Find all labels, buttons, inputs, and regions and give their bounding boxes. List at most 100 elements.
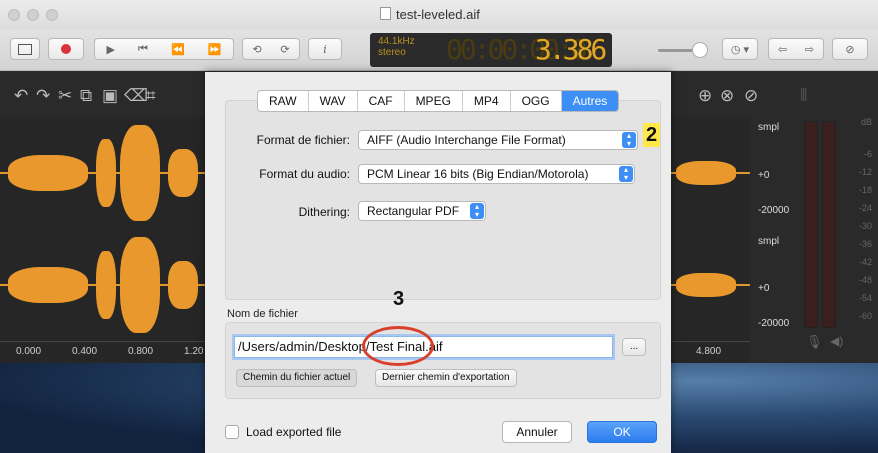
- ok-button[interactable]: OK: [587, 421, 657, 443]
- microphone-icon[interactable]: 🎙: [806, 334, 823, 350]
- volume-slider-knob[interactable]: [692, 42, 708, 58]
- speaker-icon[interactable]: ◀): [830, 334, 843, 348]
- delete-icon[interactable]: ⌫: [124, 86, 148, 106]
- clock-icon: ◷ ▾: [730, 43, 750, 56]
- time-display: 44.1kHz stereo 00:00:00:0 3.386: [370, 33, 612, 67]
- db-label: -60: [858, 311, 872, 321]
- dithering-select-value: Rectangular PDF: [367, 204, 460, 218]
- redo-icon[interactable]: ↷: [36, 86, 50, 106]
- format-label: Format de fichier:: [256, 133, 350, 147]
- minimize-window-button[interactable]: [27, 9, 39, 21]
- db-label: -30: [858, 221, 872, 231]
- mute-button[interactable]: ⊘: [832, 38, 868, 60]
- current-path-button[interactable]: Chemin du fichier actuel: [236, 369, 358, 387]
- level-meter-right: [822, 121, 836, 328]
- filename-label: Nom de fichier: [227, 308, 298, 320]
- paste-icon[interactable]: ▣: [102, 86, 118, 106]
- tab-mp4[interactable]: MP4: [463, 91, 511, 111]
- crop-icon[interactable]: ⌗: [146, 86, 156, 106]
- db-label: -54: [858, 293, 872, 303]
- undo-icon[interactable]: ↶: [14, 86, 28, 106]
- navigation-arrows: ⇦ ⇨: [768, 38, 824, 60]
- browse-button[interactable]: ...: [622, 338, 646, 356]
- rewind-icon[interactable]: ⏪: [171, 43, 185, 56]
- tab-raw[interactable]: RAW: [258, 91, 309, 111]
- loop-icon[interactable]: ⟲: [252, 43, 261, 56]
- load-exported-label: Load exported file: [246, 425, 342, 439]
- history-dropdown[interactable]: ◷ ▾: [722, 38, 758, 60]
- fast-forward-icon[interactable]: ⏩: [208, 43, 222, 56]
- play-icon[interactable]: ▶: [107, 43, 115, 56]
- level-meter-icon: ⦀: [800, 86, 808, 105]
- skip-start-icon[interactable]: ⏮: [138, 43, 148, 56]
- db-label: -6: [863, 149, 872, 159]
- level-meter-left: [804, 121, 818, 328]
- record-icon: [61, 44, 71, 54]
- db-label: -18: [858, 185, 872, 195]
- annotation-marker-2: 2: [643, 123, 661, 147]
- amplitude-scale: smpl +0 -20000 smpl +0 -20000 dB -6 -12 …: [750, 117, 878, 363]
- audio-format-label: Format du audio:: [259, 167, 350, 181]
- ruler-label: 0.800: [128, 346, 154, 357]
- zoom-fit-icon[interactable]: ⊗: [720, 86, 734, 106]
- cut-icon[interactable]: ✂: [58, 86, 72, 106]
- filename-panel: [225, 322, 661, 399]
- export-dialog: RAW WAV CAF MPEG MP4 OGG Autres Format d…: [205, 72, 671, 453]
- annotation-marker-3: 3: [393, 288, 405, 310]
- tab-autres[interactable]: Autres: [561, 91, 619, 111]
- transport-controls: ▶ ⏮ ⏪ ⏩: [94, 38, 234, 60]
- format-select-value: AIFF (Audio Interchange File Format): [367, 133, 566, 147]
- document-icon: [380, 7, 391, 20]
- annotation-circle: [362, 326, 434, 366]
- select-arrows-icon: ▴ ▾: [619, 166, 633, 182]
- window-title-text: test-leveled.aif: [396, 7, 480, 22]
- tab-ogg[interactable]: OGG: [511, 91, 562, 111]
- tab-caf[interactable]: CAF: [358, 91, 405, 111]
- tab-wav[interactable]: WAV: [309, 91, 358, 111]
- arrow-left-icon[interactable]: ⇦: [778, 43, 787, 56]
- copy-icon[interactable]: ⧉: [80, 86, 92, 106]
- sidebar-toggle-button[interactable]: [10, 38, 40, 60]
- db-label: -12: [858, 167, 872, 177]
- mute-icon: ⊘: [845, 43, 855, 56]
- last-export-path-button[interactable]: Dernier chemin d'exportation: [375, 369, 517, 387]
- scale-low: -20000: [758, 205, 790, 216]
- db-label: -24: [858, 203, 872, 213]
- ruler-label: 0.000: [16, 346, 42, 357]
- close-window-button[interactable]: [8, 9, 20, 21]
- format-tabs: RAW WAV CAF MPEG MP4 OGG Autres: [257, 90, 620, 112]
- db-label: -42: [858, 257, 872, 267]
- title-bar: test-leveled.aif: [0, 0, 878, 31]
- select-arrows-icon: ▴ ▾: [622, 132, 636, 148]
- db-label: -36: [858, 239, 872, 249]
- format-select[interactable]: AIFF (Audio Interchange File Format) ▴ ▾: [358, 130, 638, 150]
- ruler-label: 4.800: [696, 346, 722, 357]
- zoom-out-icon[interactable]: ⊘: [744, 86, 758, 106]
- arrow-right-icon[interactable]: ⇨: [805, 43, 814, 56]
- scale-unit: smpl: [758, 236, 780, 247]
- scale-unit: smpl: [758, 122, 780, 133]
- tab-mpeg[interactable]: MPEG: [405, 91, 463, 111]
- zoom-in-icon[interactable]: ⊕: [698, 86, 712, 106]
- cancel-button[interactable]: Annuler: [502, 421, 572, 443]
- ruler-label: 1.20: [184, 346, 204, 357]
- info-icon: i: [323, 42, 327, 56]
- zoom-window-button[interactable]: [46, 9, 58, 21]
- select-arrows-icon: ▴ ▾: [470, 203, 484, 219]
- ruler-label: 0.400: [72, 346, 98, 357]
- load-exported-checkbox[interactable]: [225, 425, 239, 439]
- sidebar-icon: [18, 43, 32, 55]
- loop-selection-icon[interactable]: ⟳: [280, 43, 289, 56]
- audio-format-select[interactable]: PCM Linear 16 bits (Big Endian/Motorola)…: [358, 164, 635, 184]
- audio-format-select-value: PCM Linear 16 bits (Big Endian/Motorola): [367, 167, 589, 181]
- dithering-label: Dithering:: [298, 205, 350, 219]
- dithering-select[interactable]: Rectangular PDF ▴ ▾: [358, 201, 486, 221]
- record-button[interactable]: [48, 38, 84, 60]
- window-title: test-leveled.aif: [380, 7, 480, 22]
- loop-controls: ⟲ ⟳: [242, 38, 300, 60]
- scale-low: -20000: [758, 318, 790, 329]
- info-button[interactable]: i: [308, 38, 342, 60]
- db-label: -48: [858, 275, 872, 285]
- scale-zero: +0: [758, 283, 770, 294]
- db-label: dB: [860, 117, 872, 127]
